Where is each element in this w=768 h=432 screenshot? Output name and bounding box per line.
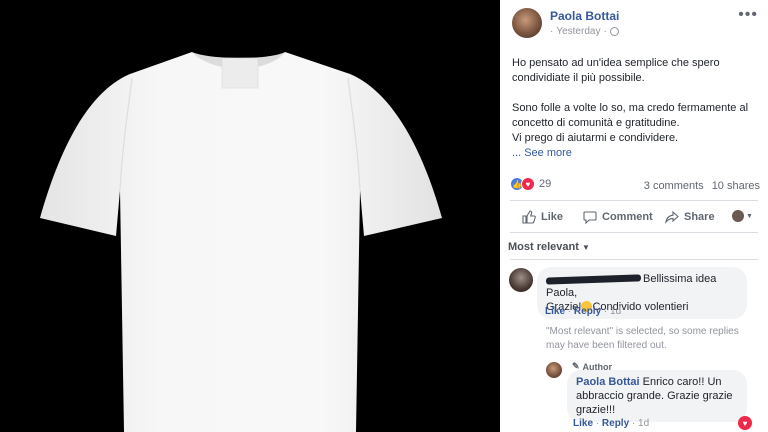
- engagement-counts: 3 comments 10 shares: [644, 180, 760, 192]
- thumbs-up-icon: [522, 210, 536, 224]
- t-shirt-image: [40, 52, 442, 432]
- reply-author-avatar[interactable]: [546, 362, 562, 378]
- reply-reply-link[interactable]: Reply: [602, 418, 629, 429]
- post-body: Ho pensato ad un'idea semplice che spero…: [512, 56, 760, 161]
- post-actions: Like Comment Share ▼: [500, 204, 768, 230]
- comment-sort-dropdown[interactable]: Most relevant ▼: [508, 241, 590, 253]
- like-label: Like: [541, 211, 564, 223]
- post-paragraph-2-line-2: Vi prego di aiutarmi e condividere.: [512, 132, 679, 144]
- post-time[interactable]: Yesterday: [556, 26, 600, 37]
- comment-time[interactable]: 1d: [610, 306, 621, 317]
- post-author-name[interactable]: Paola Bottai: [550, 9, 619, 23]
- post-photo[interactable]: [0, 0, 500, 432]
- post-paragraph-1: Ho pensato ad un'idea semplice che spero…: [512, 57, 720, 84]
- love-reaction-icon: ♥: [521, 177, 535, 191]
- sort-label: Most relevant: [508, 241, 579, 253]
- reply-author-name[interactable]: Paola Bottai: [576, 376, 640, 388]
- reply-bubble: Paola Bottai Enrico caro!! Un abbraccio …: [567, 370, 747, 422]
- post-paragraph-2: Sono folle a volte lo so, ma credo ferma…: [512, 102, 749, 129]
- share-button[interactable]: Share: [665, 210, 715, 224]
- comment-actions: Like · Reply · 1d: [545, 306, 622, 317]
- author-avatar[interactable]: [512, 8, 542, 38]
- comment-like-link[interactable]: Like: [545, 306, 565, 317]
- more-options-icon[interactable]: •••: [738, 6, 758, 24]
- chevron-down-icon: ▼: [746, 212, 753, 220]
- comment-label: Comment: [602, 211, 653, 223]
- comment-button[interactable]: Comment: [583, 210, 653, 224]
- reply-time[interactable]: 1d: [638, 418, 649, 429]
- globe-icon: [609, 27, 619, 36]
- comment-reply-link[interactable]: Reply: [574, 306, 601, 317]
- shares-count[interactable]: 10 shares: [712, 180, 760, 192]
- reply-like-link[interactable]: Like: [573, 418, 593, 429]
- reaction-count: 29: [539, 178, 552, 190]
- divider: [510, 200, 758, 201]
- profile-avatar-icon: [732, 210, 744, 222]
- comments-count[interactable]: 3 comments: [644, 180, 704, 192]
- share-label: Share: [684, 211, 715, 223]
- reply-actions: Like · Reply · 1d: [573, 418, 650, 429]
- caret-down-icon: ▼: [581, 243, 590, 252]
- comment-icon: [583, 211, 597, 224]
- post-as-selector[interactable]: ▼: [732, 210, 753, 222]
- heart-reaction-icon[interactable]: ♥: [738, 416, 752, 430]
- commenter-avatar[interactable]: [509, 268, 533, 292]
- post-panel: Paola Bottai · Yesterday · ••• Ho pensat…: [500, 0, 768, 432]
- post-meta: · Yesterday ·: [550, 26, 619, 37]
- filter-note: "Most relevant" is selected, so some rep…: [546, 326, 739, 351]
- redacted-name: [545, 273, 642, 285]
- reactions-summary[interactable]: 👍 ♥ 29: [510, 177, 551, 191]
- see-more-link[interactable]: ... See more: [512, 146, 760, 161]
- share-icon: [665, 210, 679, 224]
- like-button[interactable]: Like: [522, 210, 563, 224]
- divider: [510, 259, 758, 260]
- divider: [510, 232, 758, 233]
